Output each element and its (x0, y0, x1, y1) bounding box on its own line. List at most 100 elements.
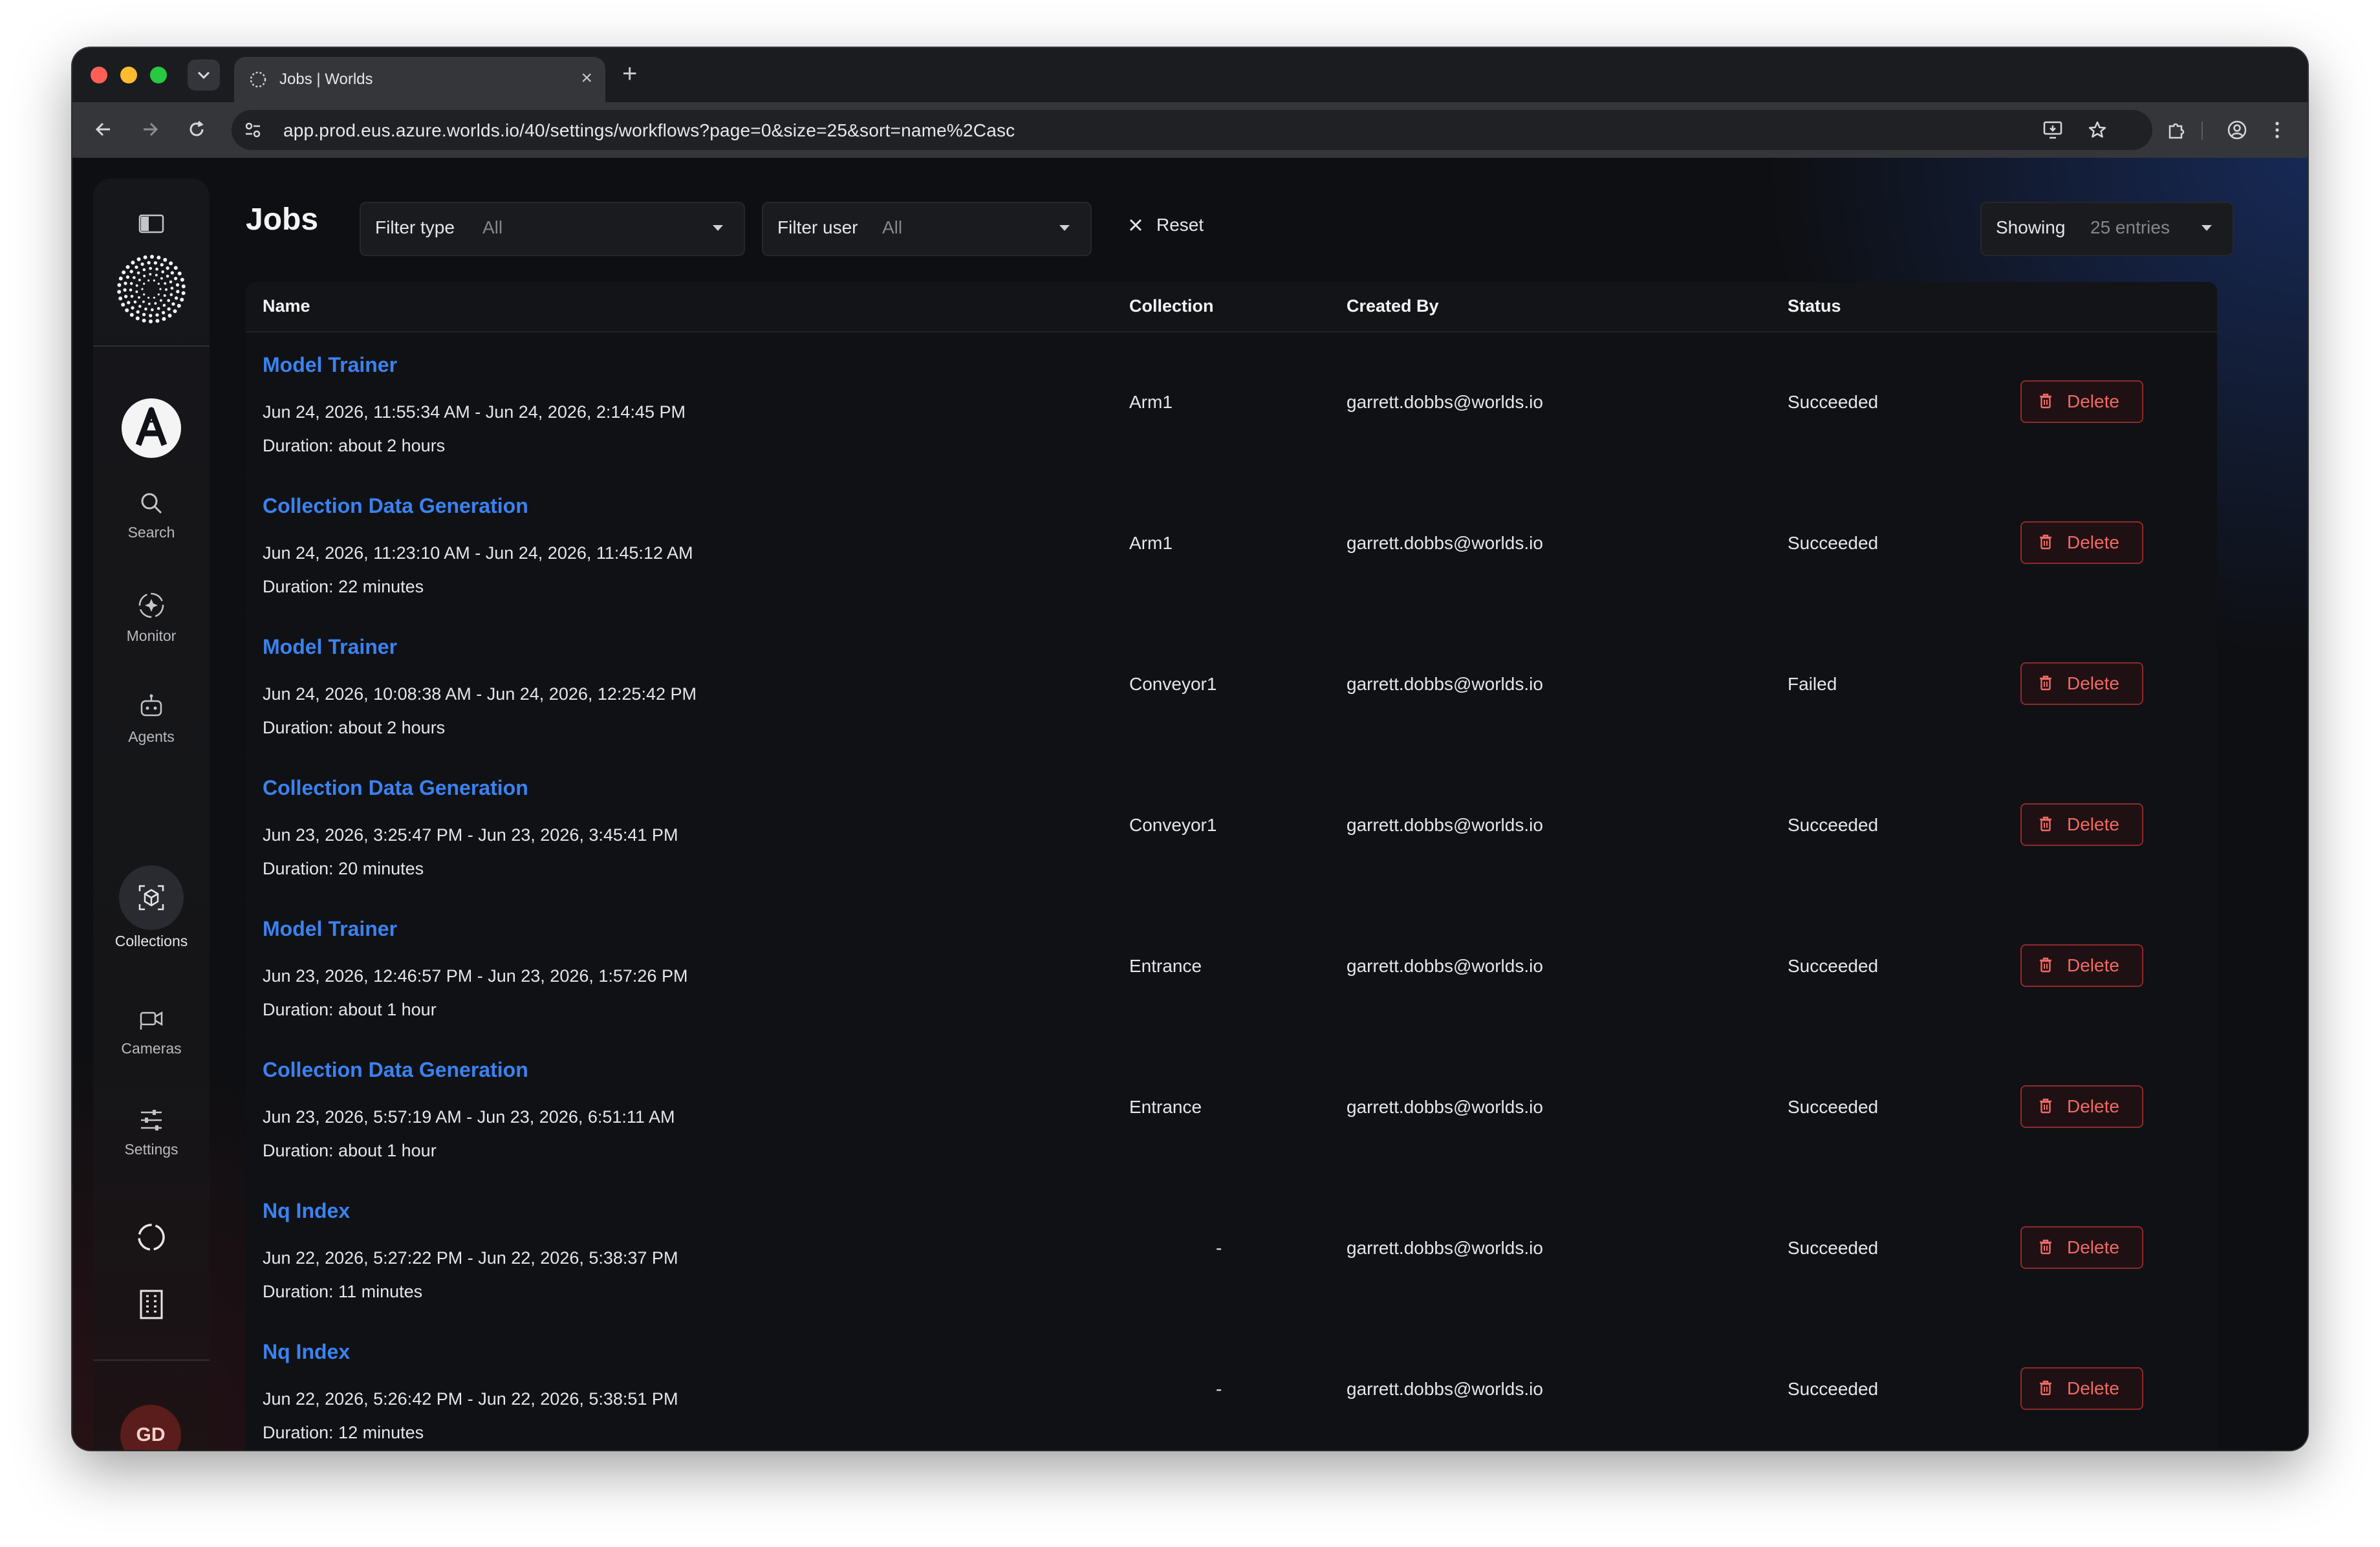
caret-down-icon (1059, 225, 1070, 231)
close-window-button[interactable] (91, 67, 107, 83)
delete-button[interactable]: Delete (2020, 1085, 2143, 1128)
sidebar-item-label: Search (127, 524, 175, 541)
logo-dot (121, 303, 125, 307)
arrow-left-icon (95, 122, 110, 136)
job-duration: Duration: about 1 hour (263, 1000, 437, 1019)
logo-dot (135, 284, 138, 287)
logo-dot (160, 277, 163, 280)
filter-type-value: All (482, 217, 503, 237)
bookmark-button[interactable] (2086, 119, 2108, 141)
logo-dot (162, 303, 166, 307)
robot-icon (140, 694, 162, 717)
logo-dot (129, 270, 133, 274)
browser-menu-button[interactable] (2265, 118, 2289, 142)
jobs-main: Jobs Filter type All Filter user All Res… (246, 158, 2289, 1450)
delete-button[interactable]: Delete (2020, 662, 2143, 705)
job-created-by: garrett.dobbs@worlds.io (1347, 533, 1543, 553)
org-logo[interactable] (122, 398, 181, 458)
job-collection: Arm1 (1129, 533, 1173, 553)
column-header-created-by[interactable]: Created By (1347, 296, 1439, 316)
back-button[interactable] (91, 116, 116, 142)
sliders-icon (141, 1110, 162, 1130)
job-name-link[interactable]: Collection Data Generation (263, 1058, 528, 1082)
logo-dot (163, 257, 168, 262)
job-time-range: Jun 22, 2026, 5:26:42 PM - Jun 22, 2026,… (263, 1389, 678, 1409)
job-name-link[interactable]: Nq Index (263, 1340, 350, 1364)
job-name-link[interactable]: Collection Data Generation (263, 494, 528, 518)
showing-value: 25 entries (2090, 217, 2170, 237)
sidebar-item-collections[interactable]: Collections (93, 882, 210, 950)
delete-button[interactable]: Delete (2020, 1367, 2143, 1410)
tab-search-button[interactable] (188, 60, 220, 91)
filter-user-select[interactable]: Filter user All (762, 202, 1092, 256)
filter-type-select[interactable]: Filter type All (360, 202, 745, 256)
delete-button[interactable]: Delete (2020, 944, 2143, 987)
job-time-range: Jun 23, 2026, 5:57:19 AM - Jun 23, 2026,… (263, 1107, 675, 1127)
logo-dot (174, 296, 178, 300)
delete-button[interactable]: Delete (2020, 803, 2143, 846)
logo-dot (123, 288, 127, 292)
more-vertical-icon (2275, 122, 2279, 138)
forward-button[interactable] (137, 116, 163, 142)
sidebar-item-search[interactable]: Search (93, 490, 210, 541)
minimize-window-button[interactable] (120, 67, 137, 83)
sidebar-item-settings[interactable]: Settings (93, 1107, 210, 1158)
worlds-logo[interactable] (93, 254, 210, 325)
new-tab-button[interactable]: + (622, 61, 637, 87)
job-time-range: Jun 24, 2026, 10:08:38 AM - Jun 24, 2026… (263, 684, 697, 704)
table-row: Model Trainer Jun 24, 2026, 11:55:34 AM -… (246, 332, 2217, 475)
page-size-select[interactable]: Showing 25 entries (1980, 202, 2234, 256)
logo-dot (144, 307, 147, 311)
logo-dot (159, 288, 162, 290)
avatar[interactable]: GD (120, 1405, 181, 1450)
close-tab-icon[interactable]: × (581, 69, 592, 88)
sidebar-item-monitor[interactable]: Monitor (93, 591, 210, 645)
job-name-link[interactable]: Model Trainer (263, 353, 397, 377)
reload-button[interactable] (184, 116, 210, 142)
loading-status-button[interactable] (93, 1221, 210, 1253)
extensions-button[interactable] (2164, 118, 2189, 142)
logo-dot (136, 271, 140, 275)
logo-dot (125, 265, 130, 269)
delete-label: Delete (2067, 673, 2119, 693)
logo-dot (138, 278, 141, 281)
column-header-collection[interactable]: Collection (1129, 296, 1214, 316)
logo-dot (138, 296, 140, 299)
logo-dot (153, 261, 158, 265)
column-header-status[interactable]: Status (1788, 296, 1841, 316)
logo-dot (135, 316, 140, 321)
job-collection: Entrance (1129, 956, 1202, 976)
logo-dot (155, 313, 159, 317)
sidebar-item-agents[interactable]: Agents (93, 692, 210, 746)
table-header: Name Collection Created By Status (246, 282, 2217, 332)
job-created-by: garrett.dobbs@worlds.io (1347, 1097, 1543, 1117)
maximize-window-button[interactable] (150, 67, 167, 83)
app-page: Search Monitor Agents Collections Camera… (72, 158, 2308, 1450)
logo-dot (173, 266, 178, 270)
column-header-name[interactable]: Name (263, 296, 310, 316)
delete-button[interactable]: Delete (2020, 521, 2143, 564)
sidebar-item-cameras[interactable]: Cameras (93, 1006, 210, 1057)
profile-button[interactable] (2225, 118, 2249, 142)
delete-label: Delete (2067, 955, 2119, 975)
trash-icon (2040, 1239, 2051, 1255)
building-button[interactable] (93, 1288, 210, 1321)
logo-dot (181, 291, 186, 296)
delete-button[interactable]: Delete (2020, 1226, 2143, 1269)
job-name-link[interactable]: Collection Data Generation (263, 776, 528, 800)
sidebar-divider (93, 1359, 210, 1361)
toggle-sidebar-button[interactable] (93, 213, 210, 234)
job-name-link[interactable]: Model Trainer (263, 635, 397, 659)
job-name-link[interactable]: Nq Index (263, 1199, 350, 1223)
reset-button[interactable]: Reset (1156, 215, 1204, 235)
address-bar[interactable]: app.prod.eus.azure.worlds.io/40/settings… (232, 110, 2152, 150)
trash-icon (2040, 534, 2051, 550)
logo-dot (135, 265, 138, 269)
logo-dot (142, 268, 146, 272)
browser-tab[interactable]: Jobs | Worlds × (234, 57, 605, 102)
delete-button[interactable]: Delete (2020, 380, 2143, 423)
job-name-link[interactable]: Model Trainer (263, 917, 397, 941)
install-app-button[interactable] (2042, 119, 2064, 141)
logo-dot (155, 274, 158, 277)
job-status: Succeeded (1788, 533, 1879, 553)
